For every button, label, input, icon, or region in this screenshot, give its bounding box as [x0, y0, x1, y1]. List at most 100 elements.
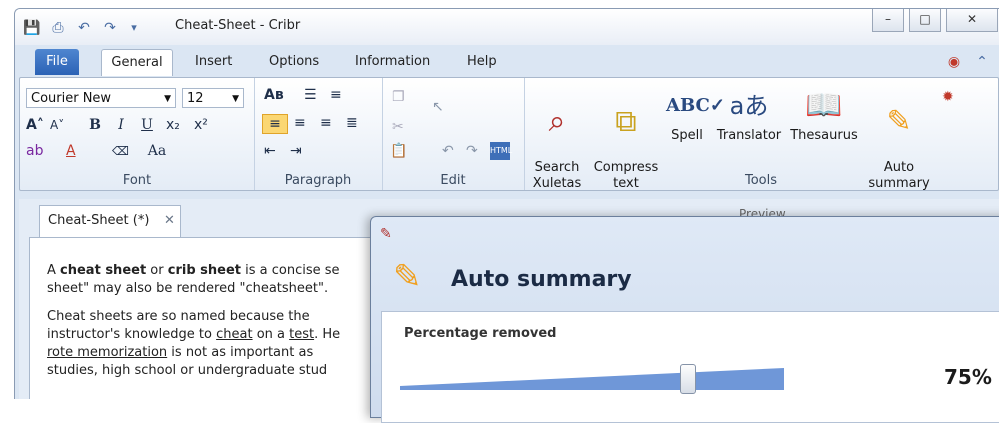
underline-button[interactable]: U	[138, 116, 156, 134]
chevron-down-icon: ▼	[164, 94, 171, 104]
ribbon: Courier New ▼ 12 ▼ A˄ A˅ B I U x₂ x² ab …	[19, 77, 999, 191]
edit-group: ❐ ↖ ✂ 📋 ↶ ↷ HTML Edit	[382, 78, 525, 190]
paragraph-group: Aʙ ☰ ≡ ≡ ≡ ≡ ≣ ⇤ ⇥ Paragraph	[254, 78, 383, 190]
pencil-icon: ✎	[886, 104, 912, 139]
compress-icon: ⧉	[615, 104, 637, 139]
subscript-icon[interactable]: x₂	[166, 116, 180, 134]
document-tab[interactable]: Cheat-Sheet (*) ✕	[39, 205, 181, 238]
text-run: or	[146, 263, 168, 278]
title-bar: 💾 ⎙ ↶ ↷ ▾ Cheat-Sheet - Cribr – □ ✕	[15, 9, 999, 45]
copy-icon[interactable]: ❐	[392, 88, 405, 106]
spell-label: Spell	[671, 128, 703, 143]
undo-icon[interactable]: ↶	[442, 142, 454, 160]
translator-label: Translator	[716, 128, 782, 143]
text-run-bold: crib sheet	[167, 263, 241, 278]
close-tab-icon[interactable]: ✕	[164, 206, 175, 236]
shrink-font-icon[interactable]: A˅	[50, 116, 64, 134]
text-run: . He	[314, 327, 341, 342]
font-size-value: 12	[187, 91, 204, 106]
app-icon: ✎	[380, 226, 392, 242]
tools-group-label: Tools	[744, 173, 778, 188]
undo-icon[interactable]: ↶	[75, 19, 93, 37]
translator-button[interactable]: aあ Translator	[712, 84, 786, 144]
tab-options[interactable]: Options	[259, 49, 329, 75]
text-run: sheet" may also be rendered "cheatsheet"…	[47, 281, 329, 296]
select-icon[interactable]: ↖	[432, 98, 444, 116]
minimize-ribbon-icon[interactable]: ⌃	[973, 53, 991, 71]
thesaurus-label: Thesaurus	[790, 128, 858, 143]
tab-information[interactable]: Information	[345, 49, 440, 75]
text-run: Cheat sheets are so named because the	[47, 309, 310, 324]
highlight-icon[interactable]: ab	[26, 142, 43, 160]
text-run: studies, high school or undergraduate st…	[47, 363, 328, 378]
italic-button[interactable]: I	[112, 116, 130, 134]
font-group: Courier New ▼ 12 ▼ A˄ A˅ B I U x₂ x² ab …	[20, 78, 255, 190]
print-icon[interactable]: ⎙	[49, 19, 67, 37]
spellcheck-icon: ABC✓	[666, 95, 725, 116]
customize-icon[interactable]: ▾	[125, 19, 143, 37]
chevron-down-icon: ▼	[232, 94, 239, 104]
tab-help[interactable]: Help	[457, 49, 507, 75]
document-tab-label: Cheat-Sheet (*)	[48, 213, 150, 228]
text-run-bold: cheat sheet	[60, 263, 147, 278]
close-button[interactable]: ✕	[946, 9, 998, 32]
spell-button[interactable]: ABC✓ Spell	[666, 84, 725, 144]
html-icon[interactable]: HTML	[490, 142, 512, 160]
link-rote-memorization[interactable]: rote memorization	[47, 345, 167, 360]
paragraph-group-label: Paragraph	[284, 173, 352, 188]
dialog-body: Percentage removed 75%	[381, 311, 999, 423]
minimize-button[interactable]: –	[872, 9, 904, 32]
percentage-value: 75%	[944, 365, 992, 389]
text-run: A	[47, 263, 61, 278]
tab-general[interactable]: General	[101, 49, 173, 76]
increase-indent-icon[interactable]: ⇥	[290, 142, 302, 160]
align-center-icon[interactable]: ≡	[294, 114, 306, 132]
maximize-button[interactable]: □	[909, 9, 941, 32]
clear-format-icon[interactable]: ⌫	[112, 142, 129, 160]
text-run: is a concise se	[241, 263, 340, 278]
grow-font-icon[interactable]: A˄	[26, 116, 44, 134]
percentage-slider-thumb[interactable]	[680, 364, 696, 394]
font-group-label: Font	[122, 173, 152, 188]
font-color-icon[interactable]: A	[66, 142, 76, 160]
window-title: Cheat-Sheet - Cribr	[175, 18, 301, 33]
slider-fill	[400, 368, 784, 390]
paste-icon[interactable]: 📋	[390, 142, 407, 160]
font-size-select[interactable]: 12 ▼	[182, 88, 244, 108]
decrease-indent-icon[interactable]: ⇤	[264, 142, 276, 160]
book-icon: 📖	[805, 88, 843, 123]
thesaurus-button[interactable]: 📖 Thesaurus	[788, 84, 860, 144]
align-left-icon[interactable]: ≡	[262, 114, 288, 134]
styles-icon[interactable]: Aʙ	[264, 86, 284, 104]
text-run: on a	[252, 327, 290, 342]
font-family-select[interactable]: Courier New ▼	[26, 88, 176, 108]
link-cheat[interactable]: cheat	[216, 327, 252, 342]
align-right-icon[interactable]: ≡	[320, 114, 332, 132]
percentage-label: Percentage removed	[404, 326, 557, 341]
percentage-slider-track[interactable]	[400, 368, 784, 390]
text-run: instructor's knowledge to	[47, 327, 217, 342]
cut-icon[interactable]: ✂	[392, 118, 404, 136]
superscript-icon[interactable]: x²	[194, 116, 208, 134]
link-test[interactable]: test	[289, 327, 314, 342]
redo-icon[interactable]: ↷	[466, 142, 478, 160]
justify-icon[interactable]: ≣	[346, 114, 358, 132]
edit-group-label: Edit	[440, 173, 466, 188]
font-family-value: Courier New	[31, 91, 112, 106]
tools-group: ⌕ Search Xuletas ⧉ Compress text ABC✓ Sp…	[524, 78, 998, 191]
bold-button[interactable]: B	[86, 116, 104, 134]
search-icon: ⌕	[548, 104, 566, 139]
ribbon-tabs: File General Insert Options Information …	[15, 45, 999, 77]
help-icon[interactable]: ◉	[945, 53, 963, 71]
bullets-icon[interactable]: ☰	[304, 86, 317, 104]
change-case-button[interactable]: Aa	[144, 142, 170, 160]
save-icon[interactable]: 💾	[23, 19, 41, 37]
tab-file[interactable]: File	[35, 49, 79, 75]
settings-icon[interactable]: ✹	[942, 88, 954, 106]
pencil-icon: ✎	[393, 257, 422, 297]
translate-icon: aあ	[729, 92, 769, 120]
redo-icon[interactable]: ↷	[101, 19, 119, 37]
tab-insert[interactable]: Insert	[185, 49, 242, 75]
auto-summary-dialog: ✎ ✎ Auto summary Percentage removed 75%	[370, 216, 999, 423]
numbering-icon[interactable]: ≡	[330, 86, 342, 104]
